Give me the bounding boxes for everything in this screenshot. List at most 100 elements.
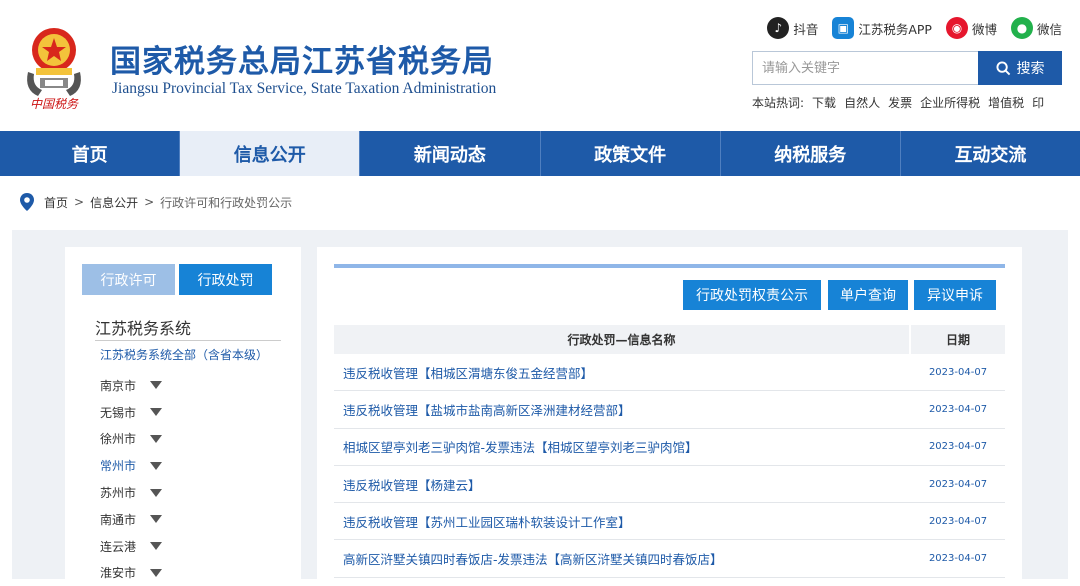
row-title-link[interactable]: 相城区望亭刘老三驴肉馆-发票违法【相城区望亭刘老三驴肉馆】 — [334, 437, 911, 456]
row-title-link[interactable]: 违反税收管理【苏州工业园区瑞朴软装设计工作室】 — [334, 512, 911, 531]
breadcrumb: 首页 > 信息公开 > 行政许可和行政处罚公示 — [20, 193, 292, 211]
social-weibo[interactable]: ◉ 微博 — [945, 17, 997, 39]
search-icon — [995, 60, 1010, 75]
social-label: 微博 — [971, 21, 997, 37]
city-name: 苏州市 — [100, 486, 137, 501]
emblem-caption: 中国税务 — [30, 97, 79, 111]
social-label: 微信 — [1036, 21, 1062, 37]
sidebar-heading: 江苏税务系统 — [95, 319, 192, 338]
breadcrumb-info-disclosure[interactable]: 信息公开 — [90, 194, 138, 211]
tab-administrative-penalty[interactable]: 行政处罚 — [179, 264, 272, 295]
table-row: 违反税收管理【杨建云】 2023-04-07 — [334, 466, 1005, 504]
table-row: 高新区浒墅关镇四时春饭店-发票违法【高新区浒墅关镇四时春饭店】 2023-04-… — [334, 540, 1005, 578]
hotword-link[interactable]: 印 — [1032, 94, 1044, 111]
table-row: 相城区望亭刘老三驴肉馆-发票违法【相城区望亭刘老三驴肉馆】 2023-04-07 — [334, 429, 1005, 466]
location-pin-icon — [20, 193, 34, 211]
row-title-link[interactable]: 违反税收管理【相城区渭塘东俊五金经营部】 — [334, 363, 911, 382]
sidebar-divider — [95, 340, 281, 341]
sidebar-item-city[interactable]: 淮安市 — [100, 560, 162, 586]
row-title-link[interactable]: 高新区浒墅关镇四时春饭店-发票违法【高新区浒墅关镇四时春饭店】 — [334, 549, 911, 568]
site-title[interactable]: 国家税务总局江苏省税务局 — [110, 36, 494, 81]
city-name: 南京市 — [100, 378, 137, 393]
social-label: 江苏税务APP — [858, 21, 932, 37]
site-header: 中国税务 国家税务总局江苏省税务局 Jiangsu Provincial Tax… — [0, 0, 1080, 131]
social-douyin[interactable]: ♪ 抖音 — [767, 17, 818, 39]
row-date: 2023-04-07 — [928, 553, 988, 565]
caret-down-icon[interactable] — [150, 515, 162, 524]
search-button[interactable]: 搜索 — [978, 51, 1062, 85]
search-button-label: 搜索 — [1016, 61, 1045, 77]
caret-down-icon[interactable] — [150, 488, 162, 497]
breadcrumb-home[interactable]: 首页 — [44, 194, 68, 211]
row-date: 2023-04-07 — [928, 403, 988, 415]
sidebar-item-city[interactable]: 苏州市 — [100, 479, 162, 506]
caret-down-icon[interactable] — [150, 381, 162, 390]
caret-down-icon[interactable] — [150, 408, 162, 417]
sidebar-item-city[interactable]: 南京市 — [100, 372, 162, 399]
penalty-responsibility-button[interactable]: 行政处罚权责公示 — [683, 280, 821, 310]
nav-item-news[interactable]: 新闻动态 — [360, 131, 541, 176]
sidebar-item-city[interactable]: 徐州市 — [100, 426, 162, 453]
column-header-date: 日期 — [945, 333, 970, 347]
sidebar-item-all[interactable]: 江苏税务系统全部（含省本级） — [100, 346, 268, 363]
hotword-link[interactable]: 发票 — [888, 94, 912, 111]
row-date: 2023-04-07 — [928, 441, 988, 453]
row-title-link[interactable]: 违反税收管理【盐城市盐南高新区泽洲建材经营部】 — [334, 400, 911, 419]
nav-item-info-disclosure[interactable]: 信息公开 — [180, 131, 361, 176]
hotword-link[interactable]: 增值税 — [988, 94, 1024, 111]
hotword-link[interactable]: 企业所得税 — [920, 94, 980, 111]
weibo-icon: ◉ — [945, 17, 968, 39]
douyin-icon: ♪ — [767, 17, 790, 39]
row-date: 2023-04-07 — [928, 366, 988, 378]
city-name: 连云港 — [100, 539, 137, 554]
penalty-table: 行政处罚—信息名称 日期 违反税收管理【相城区渭塘东俊五金经营部】 2023-0… — [334, 325, 1005, 578]
tab-administrative-license[interactable]: 行政许可 — [82, 264, 175, 295]
caret-down-icon[interactable] — [150, 434, 162, 443]
main-nav: 首页 信息公开 新闻动态 政策文件 纳税服务 互动交流 — [0, 131, 1080, 176]
sidebar-tabs: 行政许可 行政处罚 — [82, 264, 272, 295]
sidebar-item-city[interactable]: 连云港 — [100, 533, 162, 560]
city-list: 南京市 无锡市 徐州市 常州市 苏州市 南通市 连云港 淮安市 — [100, 372, 162, 586]
hotword-link[interactable]: 下载 — [812, 94, 836, 111]
nav-item-policy[interactable]: 政策文件 — [541, 131, 721, 176]
nav-item-home[interactable]: 首页 — [0, 131, 181, 176]
wechat-icon: ● — [1010, 17, 1033, 39]
breadcrumb-separator: > — [74, 195, 85, 209]
social-links: ♪ 抖音 ▣ 江苏税务APP ◉ 微博 ● 微信 — [767, 17, 1062, 39]
objection-appeal-button[interactable]: 异议申诉 — [914, 280, 996, 310]
search-input[interactable] — [752, 51, 978, 85]
social-label: 抖音 — [793, 21, 819, 37]
nav-item-tax-service[interactable]: 纳税服务 — [721, 131, 901, 176]
sidebar-item-city[interactable]: 无锡市 — [100, 399, 162, 426]
city-name: 常州市 — [100, 459, 137, 474]
caret-down-icon[interactable] — [150, 568, 162, 577]
table-header: 行政处罚—信息名称 日期 — [334, 325, 1005, 354]
hotwords: 本站热词: 下载 自然人 发票 企业所得税 增值税 印 — [752, 94, 1044, 111]
tax-emblem-icon[interactable]: 中国税务 — [18, 20, 90, 112]
social-app[interactable]: ▣ 江苏税务APP — [832, 17, 932, 39]
hotwords-label: 本站热词: — [752, 96, 805, 110]
single-query-button[interactable]: 单户查询 — [828, 280, 908, 310]
sidebar-item-city[interactable]: 常州市 — [100, 452, 162, 479]
column-header-name: 行政处罚—信息名称 — [334, 325, 911, 354]
city-name: 南通市 — [100, 512, 137, 527]
breadcrumb-separator: > — [144, 195, 155, 209]
breadcrumb-current: 行政许可和行政处罚公示 — [160, 195, 293, 210]
caret-down-icon[interactable] — [150, 542, 162, 551]
city-name: 徐州市 — [100, 432, 137, 447]
social-wechat[interactable]: ● 微信 — [1010, 17, 1062, 39]
row-title-link[interactable]: 违反税收管理【杨建云】 — [334, 475, 911, 494]
nav-item-interaction[interactable]: 互动交流 — [901, 131, 1080, 176]
sidebar: 行政许可 行政处罚 江苏税务系统 江苏税务系统全部（含省本级） 南京市 无锡市 … — [65, 247, 301, 580]
table-row: 违反税收管理【相城区渭塘东俊五金经营部】 2023-04-07 — [334, 354, 1005, 392]
row-date: 2023-04-07 — [928, 515, 988, 527]
table-row: 违反税收管理【苏州工业园区瑞朴软装设计工作室】 2023-04-07 — [334, 503, 1005, 541]
caret-down-icon[interactable] — [150, 461, 162, 470]
content-top-bar — [334, 264, 1005, 268]
city-name: 无锡市 — [100, 405, 137, 420]
search-box: 搜索 — [752, 51, 1062, 85]
hotword-link[interactable]: 自然人 — [844, 94, 880, 111]
sidebar-item-city[interactable]: 南通市 — [100, 506, 162, 533]
table-row: 违反税收管理【盐城市盐南高新区泽洲建材经营部】 2023-04-07 — [334, 391, 1005, 429]
site-subtitle: Jiangsu Provincial Tax Service, State Ta… — [112, 80, 497, 97]
